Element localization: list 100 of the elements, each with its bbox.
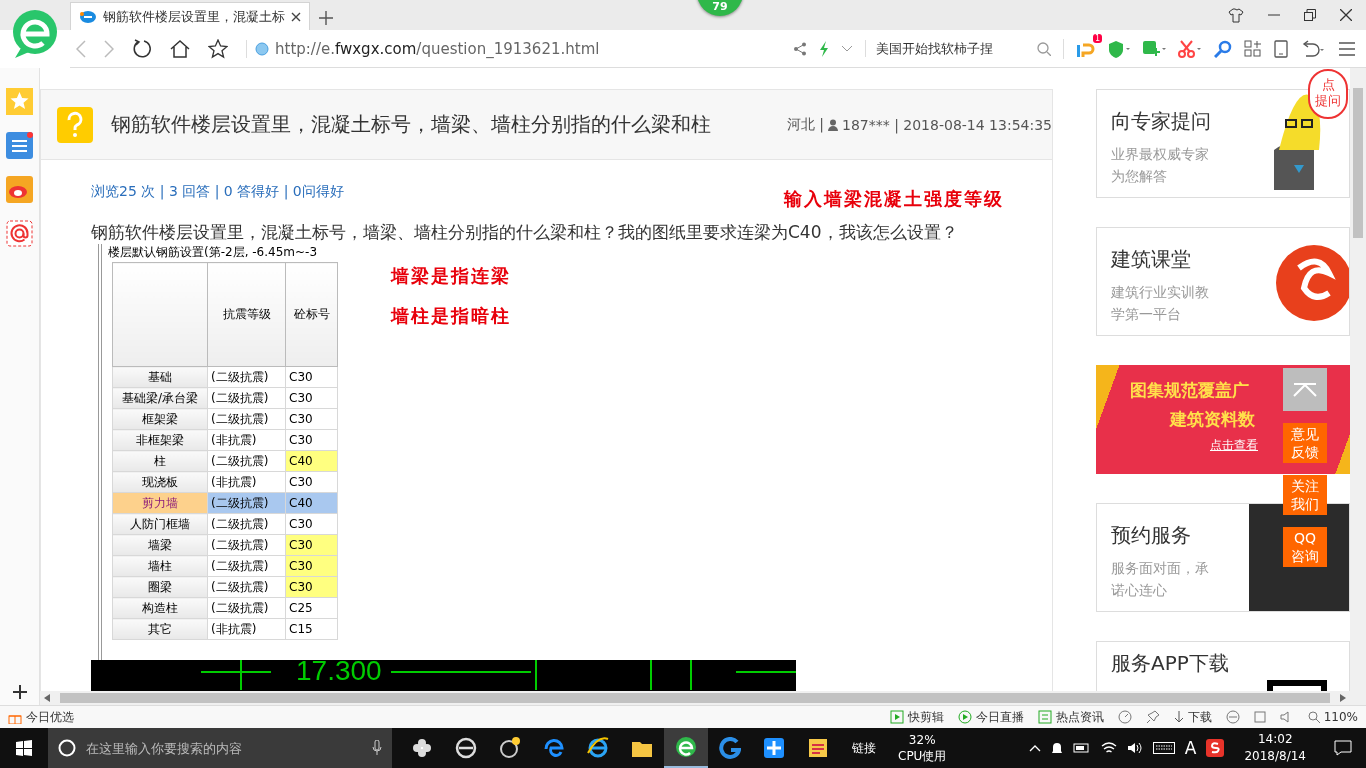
pin-icon[interactable] <box>1145 710 1160 724</box>
menu-icon[interactable] <box>1338 40 1356 57</box>
bubble-text: 提问 <box>1314 93 1342 109</box>
scroll-right-icon[interactable] <box>1340 694 1346 702</box>
notification-icon[interactable] <box>1334 740 1352 756</box>
scissors-icon[interactable] <box>1178 39 1202 58</box>
apps-grid-icon[interactable] <box>1244 39 1262 58</box>
search-field[interactable]: 美国开始找软柿子捏 <box>865 40 1025 57</box>
row-label[interactable]: 基础 <box>112 366 208 388</box>
list-icon[interactable] <box>6 132 33 159</box>
swirl-icon[interactable] <box>499 737 521 759</box>
volume-icon[interactable] <box>1126 741 1143 755</box>
status-link[interactable]: 热点资讯 <box>1055 708 1104 726</box>
browser-tab[interactable]: 钢筋软件楼层设置里，混凝土标 <box>70 2 310 30</box>
row-label[interactable]: 剪力墙 <box>112 492 208 514</box>
search-icon[interactable] <box>1214 39 1232 58</box>
row-label[interactable]: 墙梁 <box>112 534 208 556</box>
refresh-icon[interactable] <box>132 38 152 59</box>
horizontal-scrollbar[interactable] <box>40 691 1350 705</box>
speed-icon[interactable] <box>1117 710 1132 724</box>
close-icon[interactable] <box>291 11 301 22</box>
window-icon[interactable] <box>1253 711 1266 723</box>
question-mark-icon <box>57 106 93 143</box>
site-icon <box>79 9 97 24</box>
row-label[interactable]: 墙柱 <box>112 555 208 577</box>
ie-icon[interactable] <box>587 737 609 759</box>
table-cell: (非抗震) <box>207 618 286 640</box>
download-link[interactable]: 下载 <box>1187 708 1212 726</box>
sogou-icon[interactable] <box>1206 739 1225 757</box>
table-cell: C30 <box>285 366 338 388</box>
share-icon[interactable] <box>793 41 807 56</box>
scroll-left-icon[interactable] <box>44 694 50 702</box>
address-field[interactable]: http://e.fwxgx.com/question_1913621.html <box>246 39 793 58</box>
row-label[interactable]: 构造柱 <box>112 597 208 619</box>
weibo-icon[interactable] <box>6 176 33 203</box>
input-method[interactable]: A <box>1184 738 1197 758</box>
row-label[interactable]: 圈梁 <box>112 576 208 598</box>
shield-icon[interactable] <box>1108 39 1130 58</box>
search-icon[interactable] <box>1037 41 1051 56</box>
search-field[interactable]: 在这里输入你要搜索的内容 <box>84 739 364 757</box>
card-title: 建筑课堂 <box>1111 246 1192 273</box>
new-tab-icon[interactable] <box>318 10 334 26</box>
vertical-scrollbar[interactable] <box>1350 68 1366 705</box>
shirt-icon[interactable] <box>1228 7 1244 23</box>
translate-icon[interactable] <box>1142 39 1166 58</box>
tab-title: 钢筋软件楼层设置里，混凝土标 <box>103 7 285 26</box>
battery-icon[interactable] <box>1072 742 1091 754</box>
row-label[interactable]: 基础梁/承台梁 <box>112 387 208 409</box>
pinwheel-icon[interactable] <box>411 737 433 759</box>
zoom-level[interactable]: 110% <box>1323 710 1358 724</box>
search-bar[interactable]: 在这里输入你要搜索的内容 <box>48 728 392 768</box>
close-icon[interactable] <box>1340 9 1352 21</box>
table-cell: (二级抗震) <box>207 534 286 556</box>
banner-text: 图集规范覆盖广 <box>1130 379 1249 402</box>
add-icon[interactable] <box>12 685 27 699</box>
screenshot-caption: 楼层默认钢筋设置(第-2层, -6.45m~-3 <box>108 244 319 261</box>
card-description: 服务面对面，承诺心连心 <box>1111 559 1210 600</box>
notepad-icon[interactable] <box>807 737 829 759</box>
keyboard-icon[interactable] <box>1152 742 1175 754</box>
question-stats[interactable]: 浏览25 次 | 3 回答 | 0 答得好 | 0问得好 <box>91 183 344 201</box>
table-cell: C30 <box>285 387 338 409</box>
tablet-icon[interactable] <box>1274 39 1288 58</box>
windows-start-icon[interactable] <box>16 740 32 756</box>
card-description: 业界最权威专家为您解答 <box>1111 145 1210 186</box>
row-label[interactable]: 现浇板 <box>112 471 208 493</box>
annotation-text: 墙柱是指暗柱 <box>391 304 511 328</box>
row-label[interactable]: 非框架梁 <box>112 429 208 451</box>
column-header: 砼标号 <box>285 262 338 367</box>
restore-icon[interactable] <box>1304 9 1316 21</box>
question-title: 钢筋软件楼层设置里，混凝土标号，墙梁、墙柱分别指的什么梁和柱 <box>111 111 711 138</box>
card-title: 向专家提问 <box>1111 108 1212 135</box>
g-app-icon[interactable] <box>719 737 741 759</box>
chevron-down-icon[interactable] <box>841 44 853 53</box>
home-icon[interactable] <box>170 38 190 59</box>
microphone-icon <box>372 740 382 756</box>
undo-icon[interactable] <box>1300 39 1326 58</box>
recommend-link[interactable]: 今日优选 <box>26 708 74 726</box>
chevron-up-icon[interactable] <box>1028 744 1041 752</box>
browser-e-icon[interactable] <box>675 736 697 758</box>
row-label[interactable]: 其它 <box>112 618 208 640</box>
status-link[interactable]: 快剪辑 <box>907 708 944 726</box>
speech-bubble[interactable]: 点 提问 <box>1308 69 1348 119</box>
edge-icon[interactable] <box>543 737 565 759</box>
clock-time[interactable]: 14:02 <box>1257 731 1293 748</box>
bell-icon[interactable] <box>1050 741 1063 755</box>
wifi-icon[interactable] <box>1100 741 1117 755</box>
row-label[interactable]: 柱 <box>112 450 208 472</box>
star-icon[interactable] <box>208 38 228 59</box>
question-region: 河北 | <box>786 115 824 134</box>
row-label[interactable]: 框架梁 <box>112 408 208 430</box>
plus-app-icon[interactable] <box>763 737 785 759</box>
row-label[interactable]: 人防门框墙 <box>112 513 208 535</box>
banner-link[interactable]: 点击查看 <box>1210 437 1258 454</box>
status-link[interactable]: 今日直播 <box>975 708 1024 726</box>
video-clip-icon <box>889 710 904 724</box>
lightning-icon[interactable] <box>819 40 829 57</box>
at-sign-icon[interactable] <box>6 220 33 247</box>
links-toolbar[interactable]: 链接 <box>840 739 888 757</box>
clock-date[interactable]: 2018/8/14 <box>1244 748 1306 765</box>
service-card[interactable]: 建筑课堂 建筑行业实训教学第一平台 <box>1096 227 1350 336</box>
